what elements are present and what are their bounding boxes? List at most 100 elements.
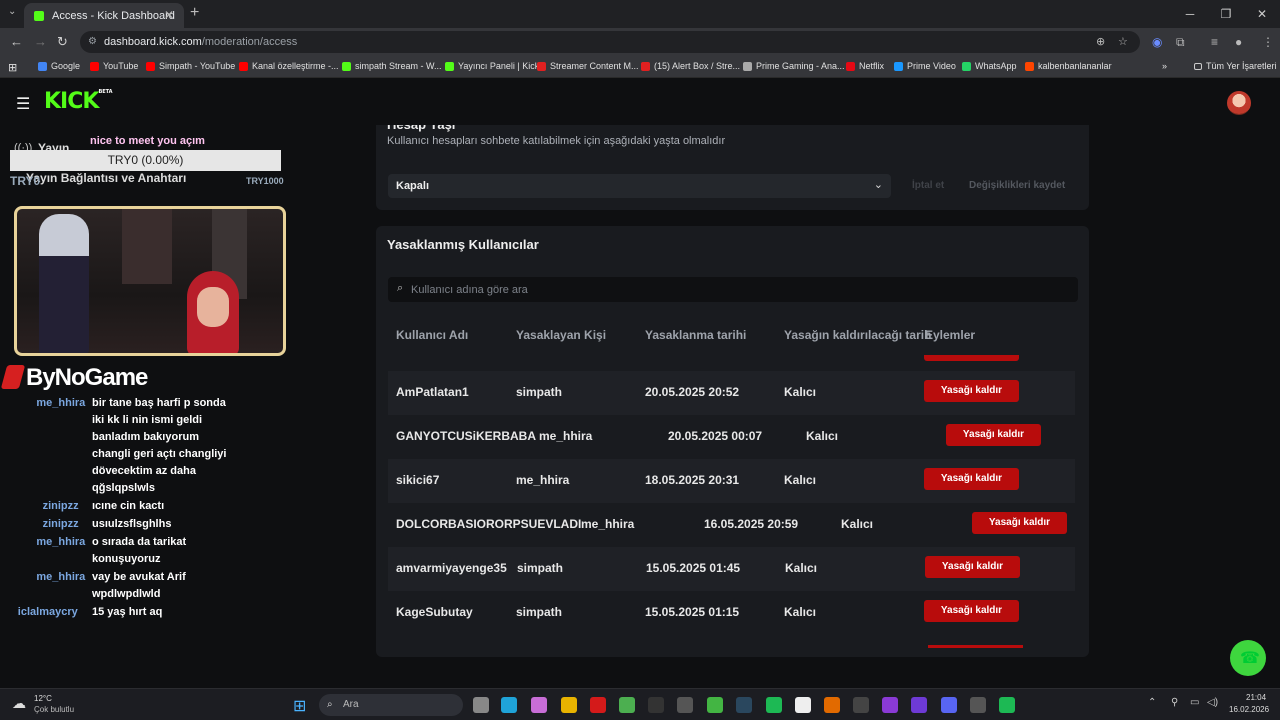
zoom-icon[interactable]: ⊕ bbox=[1096, 31, 1105, 53]
volume-icon[interactable]: ◁) bbox=[1207, 697, 1218, 708]
weather-temp[interactable]: 12°C bbox=[34, 694, 52, 703]
cancel-button[interactable]: İptal et bbox=[912, 180, 944, 191]
hamburger-menu-icon[interactable]: ☰ bbox=[16, 94, 30, 114]
table-row: GANYOTCUSiKERBABA me_hhira 20.05.2025 00:0… bbox=[388, 415, 1075, 459]
file-explorer-icon[interactable] bbox=[473, 697, 489, 713]
folder-icon[interactable] bbox=[561, 697, 577, 713]
microphone-icon[interactable]: ⚲ bbox=[1171, 697, 1178, 708]
support-chat-button[interactable]: ☎ bbox=[1230, 640, 1266, 676]
unban-button[interactable]: Yasağı kaldır bbox=[924, 468, 1019, 490]
bookmark-label: YouTube bbox=[103, 61, 139, 71]
bookmark-favicon-icon bbox=[90, 61, 99, 71]
bookmark-item[interactable]: kalbenbanlananlar bbox=[1025, 61, 1112, 71]
bookmark-item[interactable]: YouTube bbox=[90, 61, 138, 71]
clock-time[interactable]: 21:04 bbox=[1246, 693, 1266, 702]
network-icon[interactable]: ▭ bbox=[1190, 697, 1199, 708]
bookmark-item[interactable]: Simpath - YouTube bbox=[146, 61, 235, 71]
save-changes-button[interactable]: Değişiklikleri kaydet bbox=[969, 180, 1065, 191]
chevron-down-icon: ⌄ bbox=[873, 179, 883, 191]
browser-tab[interactable]: Access - Kick Dashboard ✕ bbox=[24, 3, 184, 28]
unban-button[interactable]: Yasağı kaldır bbox=[924, 600, 1019, 622]
account-age-select[interactable]: Kapalı ⌄ bbox=[388, 174, 891, 198]
bookmark-star-icon[interactable]: ☆ bbox=[1118, 31, 1128, 53]
clock-date[interactable]: 16.02.2026 bbox=[1229, 705, 1269, 714]
taskbar-search[interactable]: ⌕ Ara bbox=[319, 694, 463, 716]
column-header-banned-by[interactable]: Yasaklayan Kişi bbox=[516, 328, 606, 342]
unban-button[interactable]: Yasağı kaldır bbox=[946, 424, 1041, 446]
unban-button-partial[interactable] bbox=[924, 355, 1019, 361]
close-tab-icon[interactable]: ✕ bbox=[164, 8, 174, 22]
unban-button[interactable]: Yasağı kaldır bbox=[925, 556, 1020, 578]
bookmark-favicon-icon bbox=[894, 61, 903, 71]
discord-icon[interactable] bbox=[941, 697, 957, 713]
extensions-puzzle-icon[interactable]: ⧉ bbox=[1176, 35, 1185, 50]
capcut-icon[interactable] bbox=[795, 697, 811, 713]
windows-start-icon[interactable]: ⊞ bbox=[293, 696, 306, 716]
bookmark-item[interactable]: Streamer Content M... bbox=[537, 61, 639, 71]
more-bookmarks-icon[interactable]: » bbox=[1162, 61, 1167, 71]
column-header-unban-date[interactable]: Yasağın kaldırılacağı tarih bbox=[784, 328, 931, 342]
restore-icon[interactable]: ❐ bbox=[1208, 0, 1244, 28]
reload-icon[interactable]: ↻ bbox=[57, 34, 68, 50]
bookmark-item[interactable]: Yayıncı Paneli | Kick bbox=[445, 61, 539, 71]
menu-kebab-icon[interactable]: ⋮ bbox=[1262, 35, 1274, 49]
apps-grid-icon[interactable]: ⊞ bbox=[8, 61, 17, 74]
bookmark-item[interactable]: simpath Stream - W... bbox=[342, 61, 442, 71]
chat-text: o sırada da tarikat bbox=[92, 536, 187, 548]
bookmark-favicon-icon bbox=[641, 61, 650, 71]
profile-icon[interactable]: ● bbox=[1235, 35, 1242, 49]
unban-button-partial[interactable] bbox=[928, 645, 1023, 648]
chat-username: me_hhira bbox=[36, 536, 86, 548]
column-header-actions[interactable]: Eylemler bbox=[925, 328, 975, 342]
steam-icon[interactable] bbox=[736, 697, 752, 713]
banned-search-input[interactable]: ⌕ Kullanıcı adına göre ara bbox=[388, 277, 1078, 302]
tray-expand-icon[interactable]: ⌃ bbox=[1148, 697, 1156, 708]
spotify-icon[interactable] bbox=[999, 697, 1015, 713]
chrome-icon[interactable] bbox=[619, 697, 635, 713]
kick-logo[interactable]: KICKBETA bbox=[44, 89, 113, 114]
obs-icon[interactable] bbox=[970, 697, 986, 713]
bookmark-item[interactable]: (15) Alert Box / Stre... bbox=[641, 61, 740, 71]
epic-games-icon[interactable] bbox=[648, 697, 664, 713]
column-header-username[interactable]: Kullanıcı Adı bbox=[396, 328, 468, 342]
unban-button[interactable]: Yasağı kaldır bbox=[924, 380, 1019, 402]
close-window-icon[interactable]: ✕ bbox=[1244, 0, 1280, 28]
video-icon[interactable] bbox=[882, 697, 898, 713]
amazon-games-icon[interactable] bbox=[677, 697, 693, 713]
edge-icon[interactable] bbox=[501, 697, 517, 713]
copilot-icon[interactable] bbox=[531, 697, 547, 713]
opera-icon[interactable] bbox=[590, 697, 606, 713]
bookmark-item[interactable]: Kanal özelleştirme -... bbox=[239, 61, 339, 71]
bookmark-item[interactable]: Prime Video bbox=[894, 61, 956, 71]
column-header-ban-date[interactable]: Yasaklanma tarihi bbox=[645, 328, 746, 342]
back-icon[interactable]: ← bbox=[10, 34, 23, 49]
bookmark-item[interactable]: Google bbox=[38, 61, 80, 71]
media-control-icon[interactable]: ≡ bbox=[1211, 35, 1218, 49]
app-icon[interactable] bbox=[824, 697, 840, 713]
app-icon[interactable] bbox=[911, 697, 927, 713]
app-icon[interactable] bbox=[853, 697, 869, 713]
unban-button[interactable]: Yasağı kaldır bbox=[972, 512, 1067, 534]
sidebar-item-stream-key[interactable]: Yayın Bağlantısı ve Anahtarı bbox=[26, 171, 186, 185]
bookmark-item[interactable]: WhatsApp bbox=[962, 61, 1017, 71]
bookmark-item[interactable]: Netflix bbox=[846, 61, 884, 71]
bookmark-label: Streamer Content M... bbox=[550, 61, 639, 71]
tab-search-icon[interactable]: ⌄ bbox=[8, 6, 16, 17]
new-tab-icon[interactable]: + bbox=[190, 4, 199, 22]
xbox-icon[interactable] bbox=[707, 697, 723, 713]
bookmark-item[interactable]: Prime Gaming - Ana... bbox=[743, 61, 845, 71]
site-info-icon[interactable]: ⚙ bbox=[88, 31, 97, 53]
bookmark-label: Kanal özelleştirme -... bbox=[252, 61, 339, 71]
url-host: dashboard.kick.com bbox=[104, 36, 202, 48]
chat-username: zinipzz bbox=[42, 518, 79, 530]
extension-icon[interactable]: ◉ bbox=[1152, 35, 1162, 49]
user-avatar[interactable] bbox=[1227, 91, 1251, 115]
spotify-icon[interactable] bbox=[766, 697, 782, 713]
all-bookmarks[interactable]: Tüm Yer İşaretleri bbox=[1194, 61, 1277, 71]
bookmark-favicon-icon bbox=[846, 61, 855, 71]
forward-icon[interactable]: → bbox=[34, 34, 47, 49]
minimize-icon[interactable]: ─ bbox=[1172, 0, 1208, 28]
url-field[interactable]: ⚙ dashboard.kick.com/moderation/access ⊕… bbox=[80, 31, 1140, 53]
weather-desc[interactable]: Çok bulutlu bbox=[34, 705, 74, 714]
cell-username: DOLCORBASIORORPSUEVLADI bbox=[396, 517, 582, 531]
